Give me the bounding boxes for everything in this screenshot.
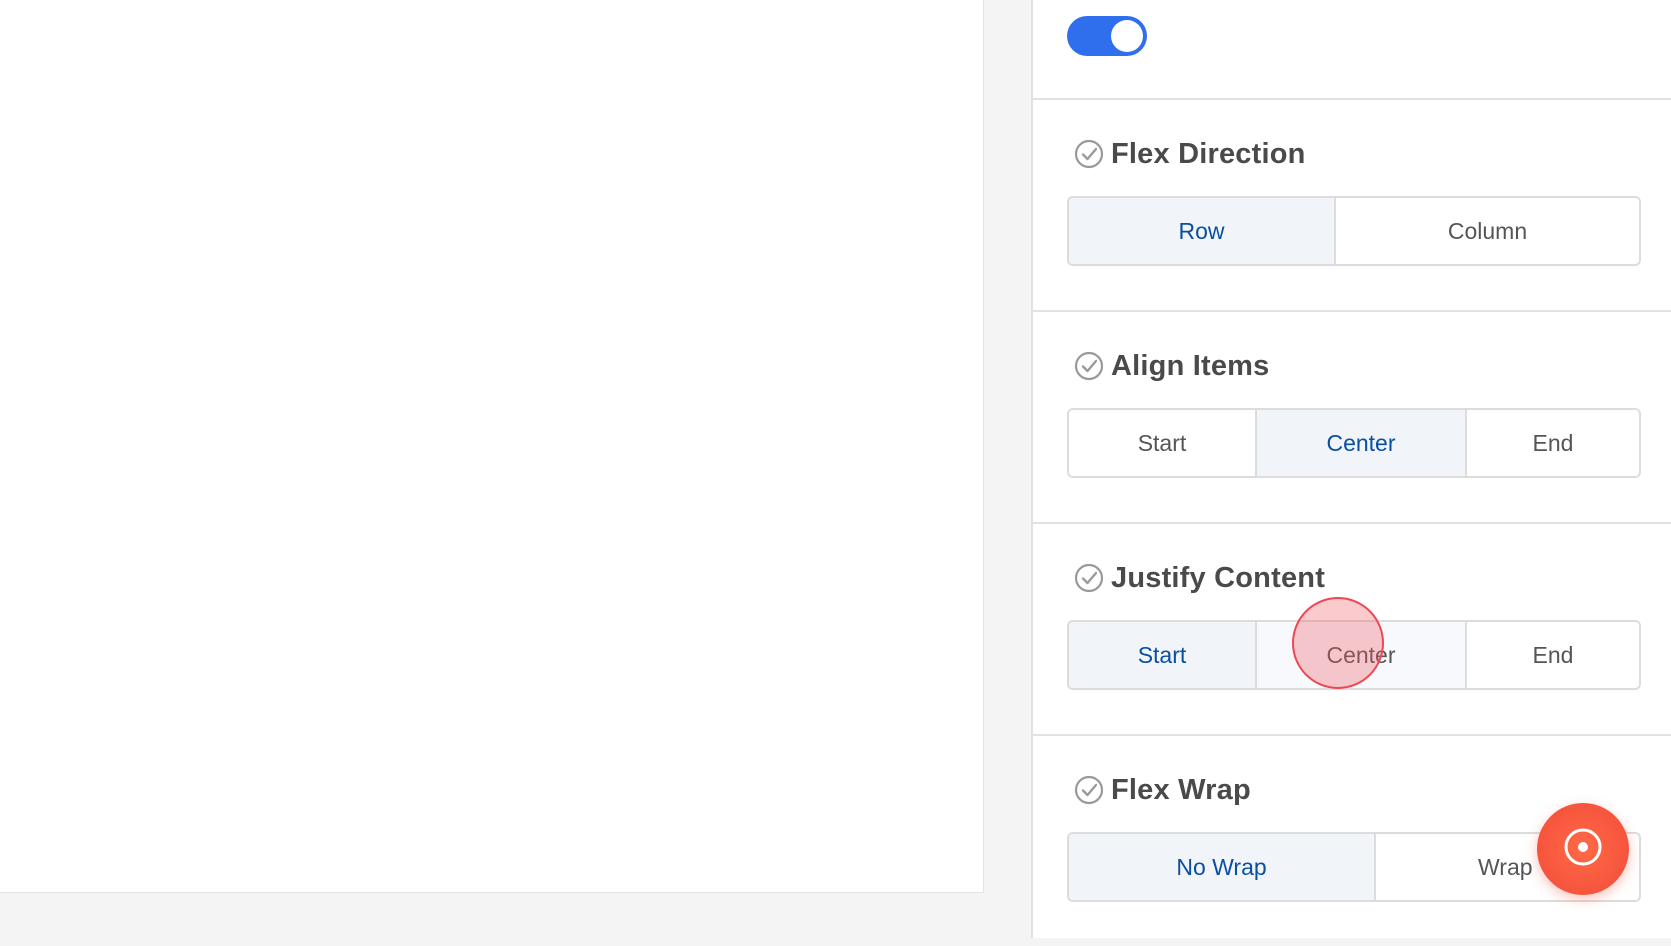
section-title: Flex Direction — [1111, 137, 1306, 170]
flex-direction-option-column[interactable]: Column — [1334, 198, 1639, 264]
check-circle-icon — [1073, 350, 1105, 382]
justify-content-option-start[interactable]: Start — [1069, 622, 1255, 688]
canvas-preview-area — [0, 0, 984, 893]
check-circle-icon — [1073, 774, 1105, 806]
justify-content-section: Justify Content Start Center End — [1033, 522, 1671, 736]
floating-action-button[interactable] — [1537, 803, 1629, 895]
section-header: Justify Content — [1073, 558, 1325, 598]
align-items-option-center[interactable]: Center — [1255, 410, 1465, 476]
align-items-segmented-control: Start Center End — [1067, 408, 1641, 478]
section-header: Flex Wrap — [1073, 770, 1251, 810]
align-items-option-end[interactable]: End — [1465, 410, 1639, 476]
flex-direction-option-row[interactable]: Row — [1069, 198, 1334, 264]
align-items-option-start[interactable]: Start — [1069, 410, 1255, 476]
section-header: Align Items — [1073, 346, 1270, 386]
layout-toggle-switch[interactable] — [1067, 16, 1147, 56]
flex-direction-segmented-control: Row Column — [1067, 196, 1641, 266]
flex-direction-section: Flex Direction Row Column — [1033, 98, 1671, 312]
section-title: Align Items — [1111, 349, 1270, 382]
check-circle-icon — [1073, 562, 1105, 594]
justify-content-segmented-control: Start Center End — [1067, 620, 1641, 690]
check-circle-icon — [1073, 138, 1105, 170]
align-items-section: Align Items Start Center End — [1033, 310, 1671, 524]
toggle-section — [1033, 0, 1671, 100]
toggle-knob — [1111, 20, 1143, 52]
section-title: Flex Wrap — [1111, 773, 1251, 806]
section-header: Flex Direction — [1073, 134, 1306, 174]
target-icon — [1561, 825, 1605, 874]
justify-content-option-end[interactable]: End — [1465, 622, 1639, 688]
properties-panel: Flex Direction Row Column Align Items St… — [1031, 0, 1671, 938]
flex-wrap-option-no-wrap[interactable]: No Wrap — [1069, 834, 1374, 900]
section-title: Justify Content — [1111, 561, 1326, 594]
justify-content-option-center[interactable]: Center — [1255, 622, 1465, 688]
